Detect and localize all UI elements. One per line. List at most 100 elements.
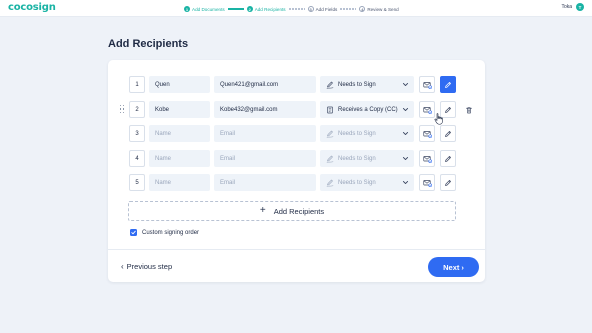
pen-icon: [444, 130, 452, 138]
custom-order-label: Custom signing order: [142, 229, 200, 236]
hand-cursor-icon: [434, 113, 443, 125]
step-1: 1 Add Documents: [184, 6, 225, 12]
recipient-email-input[interactable]: Email: [214, 174, 316, 191]
recipient-email-input[interactable]: Quen421@gmail.com: [214, 76, 316, 93]
role-label: Receives a Copy (CC): [338, 106, 398, 113]
recipient-email-input[interactable]: Kobe432@gmail.com: [214, 101, 316, 118]
email-settings-button[interactable]: [419, 76, 435, 93]
recipient-index: 4: [129, 150, 145, 167]
check-icon: [131, 230, 136, 235]
recipient-role-select[interactable]: Receives a Copy (CC): [320, 101, 414, 118]
recipient-name-input[interactable]: Name: [149, 150, 210, 167]
recipient-role-select[interactable]: Needs to Sign: [320, 150, 414, 167]
mail-icon: [422, 81, 432, 89]
pen-icon: [325, 130, 335, 138]
step-label: Review & Send: [367, 6, 399, 12]
previous-step-label: Previous step: [126, 262, 173, 271]
recipient-name-input[interactable]: Quen: [149, 76, 210, 93]
edit-recipient-button[interactable]: [440, 76, 456, 93]
recipient-index: 5: [129, 174, 145, 191]
app-logo[interactable]: cocosign: [8, 2, 56, 13]
avatar[interactable]: T: [576, 3, 584, 11]
recipient-email-input[interactable]: Email: [214, 125, 316, 142]
recipient-row: 1 Quen Quen421@gmail.com Needs to Sign: [108, 76, 485, 93]
step-number: 2: [246, 6, 253, 12]
recipient-name-input[interactable]: Name: [149, 125, 210, 142]
step-number: 1: [184, 6, 190, 12]
recipient-row: 4 Name Email Needs to Sign: [108, 150, 485, 167]
recipient-role-select[interactable]: Needs to Sign: [320, 125, 414, 142]
recipient-name-input[interactable]: Name: [149, 174, 210, 191]
email-settings-button[interactable]: [419, 150, 435, 167]
next-button[interactable]: Next ›: [428, 257, 479, 277]
step-number: 4: [359, 6, 366, 12]
email-settings-button[interactable]: [419, 174, 435, 191]
mail-icon: [422, 155, 432, 163]
user-name: Toka: [561, 4, 572, 10]
copy-icon: [325, 106, 335, 114]
step-4: 4 Review & Send: [359, 6, 399, 12]
pen-icon: [444, 81, 452, 89]
pen-icon: [444, 155, 452, 163]
email-settings-button[interactable]: [419, 101, 435, 118]
step-connector: [288, 8, 305, 10]
page-title: Add Recipients: [108, 38, 189, 50]
step-label: Add Fields: [315, 6, 338, 12]
custom-signing-order[interactable]: Custom signing order: [130, 229, 199, 236]
add-recipients-label: Add Recipients: [273, 206, 325, 216]
step-number: 3: [307, 6, 314, 12]
user-menu[interactable]: Toka T: [561, 3, 584, 11]
recipient-name-input[interactable]: Kobe: [149, 101, 210, 118]
recipient-email-input[interactable]: Email: [214, 150, 316, 167]
step-connector: [227, 8, 244, 10]
pen-icon: [325, 81, 335, 89]
recipient-index: 3: [129, 125, 145, 142]
step-label: Add Documents: [192, 6, 225, 12]
chevron-down-icon: [402, 81, 409, 88]
role-label: Needs to Sign: [338, 130, 376, 137]
edit-recipient-button[interactable]: [440, 174, 456, 191]
plus-icon: +: [259, 205, 266, 216]
drag-handle-icon[interactable]: [120, 105, 124, 114]
role-label: Needs to Sign: [338, 155, 376, 162]
recipient-row: 2 Kobe Kobe432@gmail.com Receives a Copy (C…: [108, 101, 485, 118]
edit-recipient-button[interactable]: [440, 150, 456, 167]
delete-recipient-button[interactable]: [461, 101, 477, 118]
top-bar: cocosign 1 Add Documents 2 Add Recipients 3 A…: [0, 0, 592, 17]
recipient-role-select[interactable]: Needs to Sign: [320, 174, 414, 191]
mail-icon: [422, 106, 432, 114]
chevron-right-icon: ›: [461, 262, 464, 272]
recipient-index: 2: [129, 101, 145, 118]
step-2: 2 Add Recipients: [246, 6, 286, 12]
pen-icon: [444, 106, 452, 114]
role-label: Needs to Sign: [338, 81, 376, 88]
mail-icon: [422, 179, 432, 187]
email-settings-button[interactable]: [419, 125, 435, 142]
chevron-down-icon: [402, 179, 409, 186]
chevron-down-icon: [402, 106, 409, 113]
step-label: Add Recipients: [254, 6, 286, 12]
step-3: 3 Add Fields: [307, 6, 338, 12]
pen-icon: [325, 155, 335, 163]
recipient-role-select[interactable]: Needs to Sign: [320, 76, 414, 93]
previous-step-button[interactable]: ‹ Previous step: [121, 262, 172, 271]
divider: [108, 249, 485, 250]
chevron-down-icon: [402, 155, 409, 162]
custom-order-checkbox[interactable]: [130, 229, 137, 236]
progress-steps: 1 Add Documents 2 Add Recipients 3 Add Fields…: [184, 4, 399, 14]
add-recipients-button[interactable]: + Add Recipients: [128, 201, 456, 221]
next-label: Next: [443, 262, 460, 272]
step-connector: [340, 8, 357, 10]
role-label: Needs to Sign: [338, 179, 376, 186]
trash-icon: [465, 106, 473, 114]
edit-recipient-button[interactable]: [440, 125, 456, 142]
chevron-left-icon: ‹: [121, 262, 124, 271]
mail-icon: [422, 130, 432, 138]
recipient-row: 3 Name Email Needs to Sign: [108, 125, 485, 142]
recipient-index: 1: [129, 76, 145, 93]
pen-icon: [325, 179, 335, 187]
pen-icon: [444, 179, 452, 187]
recipient-row: 5 Name Email Needs to Sign: [108, 174, 485, 191]
chevron-down-icon: [402, 130, 409, 137]
recipients-card: 1 Quen Quen421@gmail.com Needs to Sign 2 Kobe…: [108, 60, 485, 282]
